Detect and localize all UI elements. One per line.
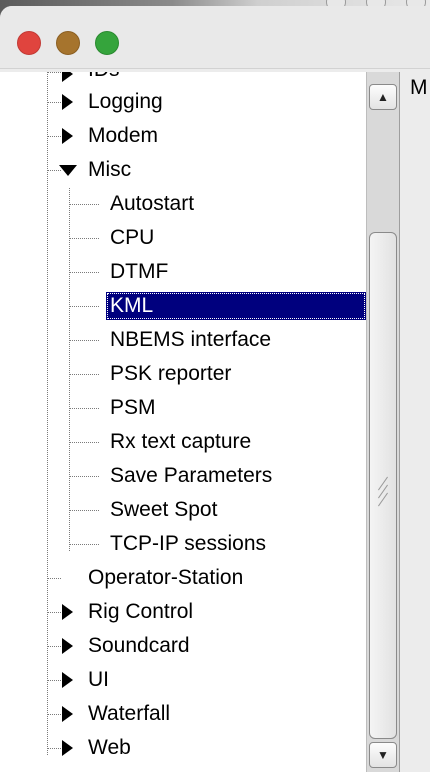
tree-connector-line [47, 748, 61, 749]
tree-item-ids[interactable]: IDs [84, 72, 124, 85]
tree-connector-line [47, 102, 61, 103]
minimize-button[interactable] [56, 31, 80, 55]
tree-item-label: Modem [88, 124, 159, 147]
expand-arrow-icon[interactable] [62, 706, 73, 722]
collapse-arrow-icon[interactable] [59, 165, 77, 176]
tree-item-label: Autostart [110, 192, 195, 215]
tree-connector-line [69, 272, 99, 273]
tree-item-sweet-spot[interactable]: Sweet Spot [106, 495, 221, 525]
expand-arrow-icon[interactable] [62, 94, 73, 110]
tree-item-label: DTMF [110, 260, 169, 283]
tree-connector-line [47, 714, 61, 715]
tree-item-label: Rx text capture [110, 430, 252, 453]
scroll-up-button[interactable]: ▲ [369, 84, 397, 110]
tree-connector-line [47, 72, 48, 755]
scroll-thumb[interactable] [369, 232, 397, 739]
tree-item-ui[interactable]: UI [84, 665, 113, 695]
tree-connector-line [47, 72, 61, 73]
tree-item-label: Logging [88, 90, 163, 113]
tree-connector-line [47, 578, 61, 579]
tree-connector-line [47, 612, 61, 613]
expand-arrow-icon[interactable] [62, 128, 73, 144]
expand-arrow-icon[interactable] [62, 604, 73, 620]
tree-connector-line [69, 510, 99, 511]
tree-item-label: TCP-IP sessions [110, 532, 266, 555]
tree-item-label: Operator-Station [88, 566, 244, 589]
tree-item-psm[interactable]: PSM [106, 393, 160, 423]
panel-title: M [410, 76, 428, 99]
tree-item-psk-reporter[interactable]: PSK reporter [106, 359, 235, 389]
close-button[interactable] [17, 31, 41, 55]
tree-item-label: KML [106, 292, 366, 320]
tree-connector-line [47, 646, 61, 647]
tree-connector-line [47, 680, 61, 681]
tree-item-tcp-ip-sessions[interactable]: TCP-IP sessions [106, 529, 270, 559]
expand-arrow-icon[interactable] [62, 72, 73, 82]
tree-item-kml[interactable]: KML [106, 291, 366, 321]
tree-item-label: NBEMS interface [110, 328, 272, 351]
tree-item-web[interactable]: Web [84, 733, 135, 763]
tree-item-label: Soundcard [88, 634, 190, 657]
tree-connector-line [69, 238, 99, 239]
scroll-down-button[interactable]: ▼ [369, 742, 397, 768]
tree-item-label: CPU [110, 226, 155, 249]
tree-connector-line [69, 476, 99, 477]
chevron-down-icon: ▼ [377, 748, 389, 762]
tree-connector-line [69, 188, 70, 551]
vertical-scrollbar[interactable]: ▲ ▼ [366, 72, 399, 772]
tree-connector-line [47, 136, 61, 137]
tree-item-dtmf[interactable]: DTMF [106, 257, 172, 287]
tree-item-autostart[interactable]: Autostart [106, 189, 198, 219]
expand-arrow-icon[interactable] [62, 638, 73, 654]
tree-connector-line [69, 442, 99, 443]
tree-item-label: PSK reporter [110, 362, 232, 385]
tree-item-save-parameters[interactable]: Save Parameters [106, 461, 276, 491]
tree-connector-line [69, 204, 99, 205]
tree-item-label: PSM [110, 396, 156, 419]
tree-connector-line [69, 374, 99, 375]
tree-item-cpu[interactable]: CPU [106, 223, 158, 253]
expand-arrow-icon[interactable] [62, 740, 73, 756]
chevron-up-icon: ▲ [377, 90, 389, 104]
tree-item-label: Waterfall [88, 702, 171, 725]
tree-item-misc[interactable]: Misc [84, 155, 135, 185]
tree-item-rig-control[interactable]: Rig Control [84, 597, 197, 627]
tree-item-label: Rig Control [88, 600, 194, 623]
expand-arrow-icon[interactable] [62, 672, 73, 688]
zoom-button[interactable] [95, 31, 119, 55]
tree-item-label: IDs [84, 72, 124, 84]
tree-item-soundcard[interactable]: Soundcard [84, 631, 194, 661]
tree-connector-line [69, 340, 99, 341]
tree-item-waterfall[interactable]: Waterfall [84, 699, 174, 729]
tree-connector-line [69, 306, 99, 307]
title-bar[interactable] [0, 6, 430, 69]
tree-item-logging[interactable]: Logging [84, 87, 167, 117]
tree-item-rx-text-capture[interactable]: Rx text capture [106, 427, 255, 457]
tree-item-nbems-interface[interactable]: NBEMS interface [106, 325, 275, 355]
tree-item-label: Sweet Spot [110, 498, 218, 521]
tree-connector-line [69, 544, 99, 545]
tree-item-operator-station[interactable]: Operator-Station [84, 563, 247, 593]
tree-item-label: UI [88, 668, 109, 691]
tree-item-modem[interactable]: Modem [84, 121, 162, 151]
tree-item-label: Save Parameters [110, 464, 273, 487]
configuration-window: IDs Logging Modem Misc Autostart CPU DTMF KML N… [0, 6, 430, 772]
settings-panel: M [399, 72, 430, 772]
tree-item-label: Web [88, 736, 131, 759]
tree-connector-line [69, 408, 99, 409]
tree-item-label: Misc [88, 158, 132, 181]
config-tree[interactable]: IDs Logging Modem Misc Autostart CPU DTMF KML N… [0, 72, 366, 772]
